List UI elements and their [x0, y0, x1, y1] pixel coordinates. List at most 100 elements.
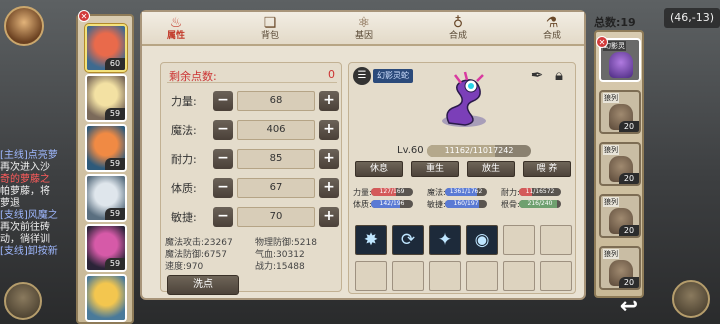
flame-icon: ♨: [169, 15, 183, 31]
list-icon[interactable]: ☰: [353, 67, 371, 85]
pet-list-level: 20: [619, 277, 639, 288]
pet-list-card[interactable]: 狼列 20: [599, 142, 641, 186]
pet-detail-box: ☰ 幻影灵蛇 ✒ 🔒︎ Lv.60 11162/11017242 休息 重生 放生喂…: [348, 62, 576, 294]
skill-slot[interactable]: ✸: [355, 225, 387, 255]
aptitude-value: 216/240: [527, 200, 553, 207]
menu-button[interactable]: [672, 280, 710, 318]
skill-slot[interactable]: ✦: [429, 225, 461, 255]
aptitude-label: 耐力:: [501, 188, 520, 197]
increase-button[interactable]: +: [319, 91, 339, 111]
pet-list-card[interactable]: 狼列 20: [599, 194, 641, 238]
decrease-button[interactable]: −: [213, 149, 233, 169]
tab-1[interactable]: ♨ 属性: [146, 14, 206, 44]
empty-skill-slot[interactable]: [503, 225, 535, 255]
aptitude-label: 体质:: [353, 200, 372, 209]
empty-skill-slot[interactable]: [503, 261, 535, 291]
pet-list-name: 狼列: [603, 93, 619, 103]
pet-list-card[interactable]: 狼列 20: [599, 90, 641, 134]
tab-label: 合成: [542, 31, 561, 41]
hero-card[interactable]: 59: [85, 74, 127, 122]
lock-icon[interactable]: 🔒︎: [549, 65, 569, 85]
aptitude-label: 根骨:: [501, 200, 520, 209]
increase-button[interactable]: +: [319, 149, 339, 169]
derived-stat-value: 970: [186, 262, 204, 272]
tab-label: 合成: [448, 31, 467, 41]
stat-value: 67: [237, 178, 315, 198]
feather-icon[interactable]: ✒: [527, 65, 547, 85]
decrease-button[interactable]: −: [213, 178, 233, 198]
decrease-button[interactable]: −: [213, 207, 233, 227]
empty-skill-slot[interactable]: [540, 261, 572, 291]
aptitude-label: 力量:: [353, 188, 372, 197]
rebirth-button[interactable]: 重生: [411, 161, 459, 177]
pet-list-card[interactable]: 狼列 20: [599, 246, 641, 290]
decrease-button[interactable]: −: [213, 120, 233, 140]
whirlwind-icon: ⟳: [400, 230, 416, 250]
empty-skill-slot[interactable]: [392, 261, 424, 291]
derived-stat: 战力:15488: [255, 259, 345, 272]
release-button[interactable]: 放生: [467, 161, 515, 177]
tab-4[interactable]: ♁ 合成: [428, 14, 488, 44]
reset-points-button[interactable]: 洗点: [167, 275, 239, 295]
vortex-icon: ◉: [474, 230, 490, 250]
close-icon[interactable]: ✕: [78, 10, 90, 22]
derived-stat-value: 15488: [276, 262, 305, 272]
chat-button[interactable]: [4, 282, 42, 320]
aptitude-value: 1361/1762: [449, 188, 483, 195]
skill-slot[interactable]: ◉: [466, 225, 498, 255]
hero-card[interactable]: 60: [85, 24, 127, 72]
hero-level: 59: [105, 208, 125, 220]
empty-skill-slot[interactable]: [429, 261, 461, 291]
exp-text: 11162/11017242: [444, 146, 514, 155]
increase-button[interactable]: +: [319, 120, 339, 140]
aptitude-stat: 根骨: 216/240: [501, 199, 573, 209]
stat-name: 力量:: [171, 95, 197, 108]
pet-list-level: 20: [619, 121, 639, 132]
aptitude-value: 127/169: [379, 188, 405, 195]
hero-card[interactable]: 59: [85, 124, 127, 172]
stat-value: 85: [237, 149, 315, 169]
aptitude-bar: 160/197: [445, 200, 487, 208]
tab-5[interactable]: ⚗ 合成: [522, 14, 582, 44]
tab-bar: ♨ 属性 ❏ 背包 ⚛ 基因 ♁ 合成 ⚗ 合成: [142, 12, 584, 46]
aptitude-bar: 142/196: [371, 200, 413, 208]
aptitude-stat: 体质: 142/196: [353, 199, 425, 209]
total-value: 19: [620, 16, 636, 29]
empty-skill-slot[interactable]: [466, 261, 498, 291]
aptitude-stat: 敏捷: 160/197: [427, 199, 499, 209]
tab-label: 基因: [354, 31, 373, 41]
aptitude-stat: 耐力: 11/16572: [501, 187, 573, 197]
increase-button[interactable]: +: [319, 207, 339, 227]
pet-sprite: [442, 71, 486, 127]
close-icon[interactable]: ✕: [596, 36, 608, 48]
empty-skill-slot[interactable]: [355, 261, 387, 291]
stat-value: 70: [237, 207, 315, 227]
derived-stat-label: 战力:: [255, 262, 277, 272]
pet-list[interactable]: 幻影灵 狼列 20 狼列 20 狼列 20 狼列 20: [594, 30, 644, 298]
increase-button[interactable]: +: [319, 178, 339, 198]
aptitude-bar: 216/240: [519, 200, 561, 208]
empty-skill-slot[interactable]: [540, 225, 572, 255]
player-avatar[interactable]: [4, 6, 44, 46]
feed-button[interactable]: 喂 养: [523, 161, 571, 177]
frost-burst-icon: ✸: [363, 230, 379, 250]
hero-portrait: [87, 276, 125, 320]
aptitude-value: 11/16572: [525, 188, 555, 195]
tab-2[interactable]: ❏ 背包: [240, 14, 300, 44]
remaining-points-row: 剩余点数: 0: [167, 67, 337, 83]
hero-level: 59: [105, 158, 125, 170]
rest-button[interactable]: 休息: [355, 161, 403, 177]
stat-row: 力量: −68 +: [167, 89, 339, 111]
decrease-button[interactable]: −: [213, 91, 233, 111]
skill-slot[interactable]: ⟳: [392, 225, 424, 255]
aptitude-bar: 1361/1762: [445, 188, 487, 196]
hero-card[interactable]: [85, 274, 127, 322]
aptitude-stat: 力量: 127/169: [353, 187, 425, 197]
aptitude-value: 142/196: [379, 200, 405, 207]
tab-3[interactable]: ⚛ 基因: [334, 14, 394, 44]
tab-label: 属性: [166, 31, 185, 41]
back-arrow-icon[interactable]: ↩: [610, 292, 648, 322]
hero-card[interactable]: 59: [85, 224, 127, 272]
hero-list[interactable]: 60 59 59 59 59: [76, 14, 134, 324]
hero-card[interactable]: 59: [85, 174, 127, 222]
